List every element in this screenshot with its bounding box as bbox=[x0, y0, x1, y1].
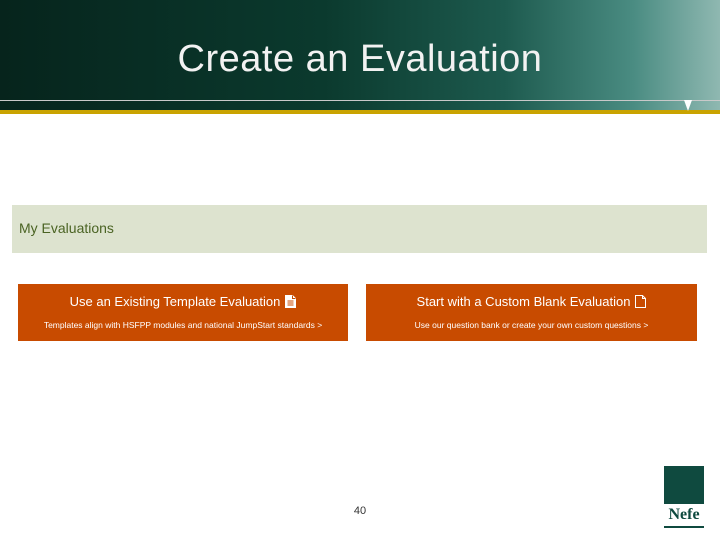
slide-header: Create an Evaluation bbox=[0, 0, 720, 110]
filled-document-icon bbox=[285, 295, 297, 313]
gold-accent-rule bbox=[0, 110, 720, 114]
card-title: Start with a Custom Blank Evaluation bbox=[366, 293, 697, 313]
nefe-logo: Nefe bbox=[664, 466, 704, 528]
card-title: Use an Existing Template Evaluation bbox=[18, 293, 348, 313]
header-divider bbox=[0, 100, 720, 101]
logo-text: Nefe bbox=[664, 504, 704, 526]
card-subtitle: Templates align with HSFPP modules and n… bbox=[43, 320, 323, 330]
page-number: 40 bbox=[353, 505, 367, 517]
panel-title: My Evaluations bbox=[19, 220, 114, 236]
start-custom-blank-button[interactable]: Start with a Custom Blank Evaluation Use… bbox=[366, 284, 697, 341]
blank-document-icon bbox=[635, 295, 647, 313]
card-subtitle: Use our question bank or create your own… bbox=[414, 320, 649, 330]
slide-title: Create an Evaluation bbox=[177, 38, 543, 80]
my-evaluations-panel: My Evaluations bbox=[12, 205, 707, 253]
triangle-marker-icon bbox=[684, 100, 692, 111]
use-existing-template-button[interactable]: Use an Existing Template Evaluation Temp… bbox=[18, 284, 348, 341]
